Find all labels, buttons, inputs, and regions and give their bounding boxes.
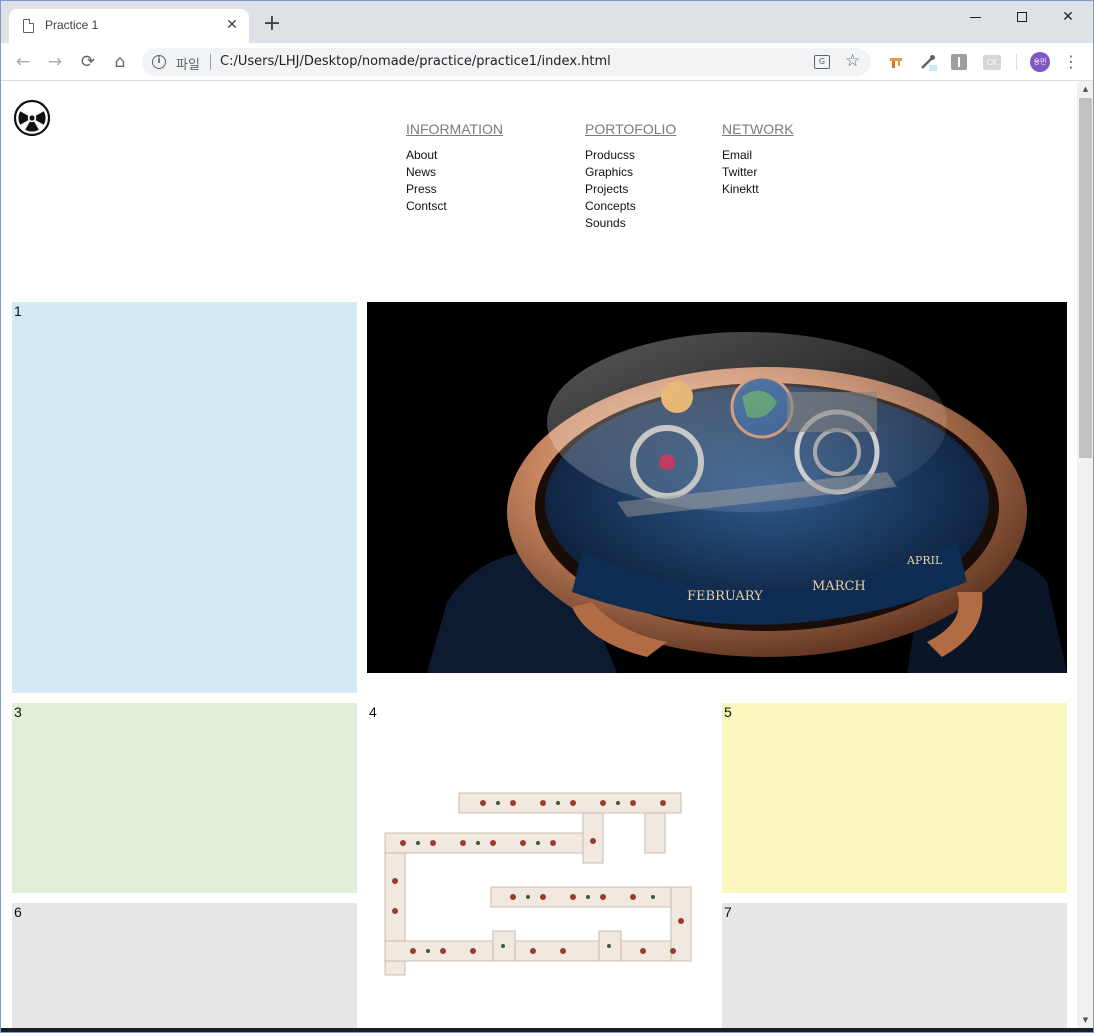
grid-box-6: 6 xyxy=(12,903,357,1028)
box-label: 3 xyxy=(14,704,22,720)
home-icon[interactable]: ⌂ xyxy=(107,49,133,75)
nav-heading-information[interactable]: INFORMATION xyxy=(406,121,503,137)
info-icon[interactable]: i xyxy=(152,55,166,69)
grid-box-3: 3 xyxy=(12,703,357,893)
nav-link-projects[interactable]: Projects xyxy=(585,181,676,198)
maximize-icon xyxy=(1017,12,1027,22)
nav-link-twitter[interactable]: Twitter xyxy=(722,164,794,181)
url-scheme-label: 파일 xyxy=(176,58,200,73)
eyedropper-extension-icon[interactable] xyxy=(919,53,937,71)
profile-avatar[interactable]: 용민 xyxy=(1030,52,1050,72)
kebab-menu-icon[interactable]: ⋮ xyxy=(1063,49,1079,75)
grid-box-4: 4 xyxy=(367,703,712,1028)
box-label: 1 xyxy=(14,303,22,319)
nav-column-information: INFORMATION About News Press Contsct xyxy=(406,121,503,215)
box-label: 6 xyxy=(14,904,22,920)
domino-image xyxy=(384,792,692,976)
minimize-button[interactable] xyxy=(953,3,999,31)
radiation-icon[interactable] xyxy=(13,99,51,137)
tab-strip: Practice 1 ✕ + ✕ xyxy=(1,1,1093,43)
browser-window: Practice 1 ✕ + ✕ ← → ⟳ ⌂ i 파일 C:/Users/L… xyxy=(0,0,1094,1033)
grid-box-5: 5 xyxy=(722,703,1067,893)
omnibox-divider xyxy=(210,54,211,70)
extension-icon-4[interactable]: CK xyxy=(983,55,1001,70)
forward-arrow-icon[interactable]: → xyxy=(42,49,68,75)
box-label: 4 xyxy=(369,704,377,720)
watch-illustration: FEBRUARY MARCH APRIL xyxy=(367,302,1067,673)
new-tab-button[interactable]: + xyxy=(261,13,283,35)
address-bar[interactable]: i 파일 C:/Users/LHJ/Desktop/nomade/practic… xyxy=(142,48,871,76)
nav-link-sounds[interactable]: Sounds xyxy=(585,215,676,232)
page-viewport: INFORMATION About News Press Contsct POR… xyxy=(1,81,1077,1028)
nav-heading-network[interactable]: NETWORK xyxy=(722,121,794,137)
close-tab-icon[interactable]: ✕ xyxy=(223,16,241,34)
close-window-button[interactable]: ✕ xyxy=(1045,3,1091,31)
maximize-button[interactable] xyxy=(999,3,1045,31)
scrollbar-thumb[interactable] xyxy=(1079,98,1092,458)
nav-link-kinekt[interactable]: Kinektt xyxy=(722,181,794,198)
nav-heading-portofolio[interactable]: PORTOFOLIO xyxy=(585,121,676,137)
star-icon[interactable]: ☆ xyxy=(845,51,860,71)
extension-icon-3[interactable] xyxy=(951,54,967,70)
dial-month-march: MARCH xyxy=(812,579,866,594)
toolbar-divider xyxy=(1016,54,1017,70)
tab-practice-1[interactable]: Practice 1 ✕ xyxy=(9,9,249,43)
grid-box-1: 1 xyxy=(12,302,357,693)
nav-link-products[interactable]: Producss xyxy=(585,147,676,164)
nav-link-news[interactable]: News xyxy=(406,164,503,181)
dial-month-april: APRIL xyxy=(906,554,943,567)
nav-link-email[interactable]: Email xyxy=(722,147,794,164)
minimize-icon xyxy=(970,17,981,18)
nav-link-press[interactable]: Press xyxy=(406,181,503,198)
dial-month-february: FEBRUARY xyxy=(687,589,763,604)
grid-box-7: 7 xyxy=(722,903,1067,1028)
box-label: 5 xyxy=(724,704,732,720)
taskbar-edge xyxy=(1,1028,1093,1032)
translate-icon[interactable]: G xyxy=(814,55,830,69)
nav-column-network: NETWORK Email Twitter Kinektt xyxy=(722,121,794,198)
page-icon xyxy=(23,19,34,33)
browser-toolbar: ← → ⟳ ⌂ i 파일 C:/Users/LHJ/Desktop/nomade… xyxy=(1,43,1093,81)
box-label: 7 xyxy=(724,904,732,920)
vertical-scrollbar[interactable]: ▲ ▼ xyxy=(1077,81,1093,1028)
url-text[interactable]: C:/Users/LHJ/Desktop/nomade/practice/pra… xyxy=(220,54,611,69)
extension-icon-1[interactable] xyxy=(887,53,905,71)
watch-image: FEBRUARY MARCH APRIL xyxy=(367,302,1067,673)
scroll-up-arrow-icon[interactable]: ▲ xyxy=(1077,81,1093,97)
nav-link-concepts[interactable]: Concepts xyxy=(585,198,676,215)
nav-column-portofolio: PORTOFOLIO Producss Graphics Projects Co… xyxy=(585,121,676,232)
reload-icon[interactable]: ⟳ xyxy=(75,49,101,75)
nav-link-about[interactable]: About xyxy=(406,147,503,164)
nav-link-contact[interactable]: Contsct xyxy=(406,198,503,215)
tab-title: Practice 1 xyxy=(45,18,99,32)
scroll-down-arrow-icon[interactable]: ▼ xyxy=(1077,1012,1093,1028)
back-arrow-icon[interactable]: ← xyxy=(10,49,36,75)
nav-link-graphics[interactable]: Graphics xyxy=(585,164,676,181)
